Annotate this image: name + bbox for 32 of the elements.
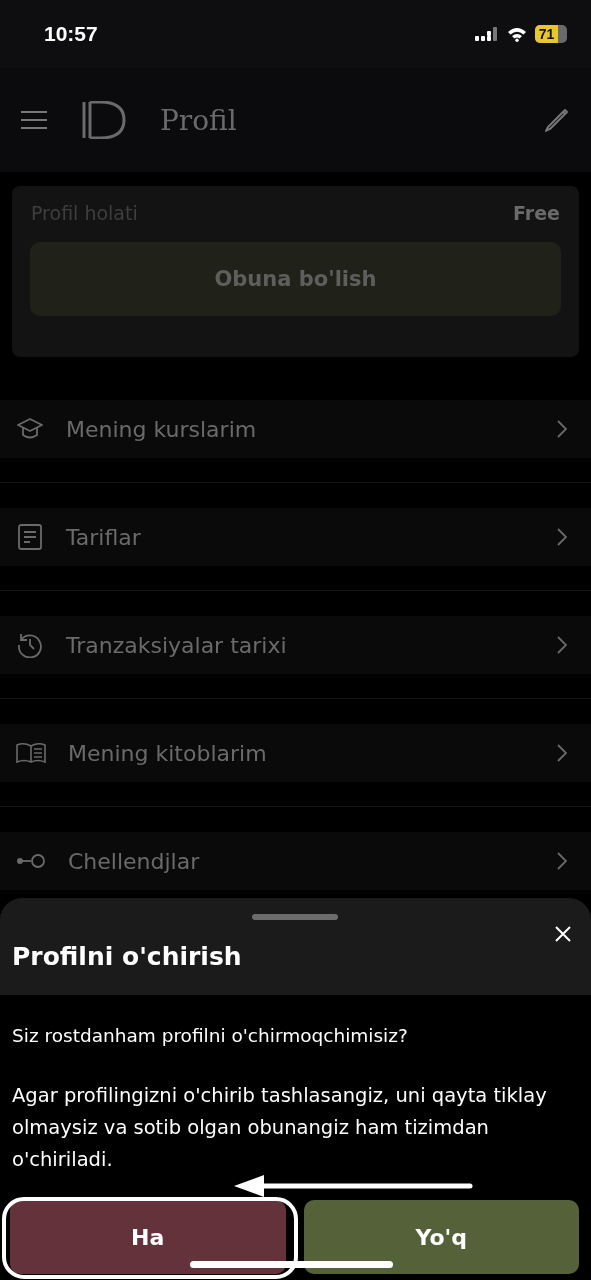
menu-item[interactable]: Chellendjlar xyxy=(0,832,591,890)
yes-button[interactable]: Ha xyxy=(10,1200,286,1274)
question-text: Siz rostdanham profilni o'chirmoqchimisiz? xyxy=(12,1025,409,1046)
close-icon[interactable] xyxy=(555,926,571,942)
document-icon xyxy=(16,524,44,550)
chevron-icon xyxy=(557,636,567,654)
page-title: Profil xyxy=(160,103,237,137)
logo-icon xyxy=(82,101,126,139)
signal-icon xyxy=(475,26,499,42)
drag-handle[interactable] xyxy=(252,914,338,920)
toggle-icon xyxy=(16,854,46,868)
status-time: 10:57 xyxy=(44,22,98,46)
menu-item[interactable]: Mening kitoblarim xyxy=(0,724,591,782)
warning-text: Agar profilingizni o'chirib tashlasangiz, uni qayta tiklay olmaysiz va sotib olgan obunangiz ham tizimdan o'chiriladi. xyxy=(12,1083,548,1173)
sheet-title: Profilni o'chirish xyxy=(12,942,242,971)
menu-item[interactable]: Mening kurslarim xyxy=(0,400,591,458)
chevron-icon xyxy=(557,852,567,870)
book-icon xyxy=(16,742,46,764)
chevron-icon xyxy=(557,420,567,438)
wifi-icon xyxy=(507,26,527,42)
battery-icon: 71 xyxy=(535,25,567,43)
chevron-icon xyxy=(557,528,567,546)
edit-icon[interactable] xyxy=(543,106,571,134)
history-icon xyxy=(16,632,44,658)
subscribe-button[interactable]: Obuna bo'lish xyxy=(30,242,561,316)
menu-item[interactable]: Tranzaksiyalar tarixi xyxy=(0,616,591,674)
no-button[interactable]: Yo'q xyxy=(303,1200,579,1274)
status-value: Free xyxy=(513,202,560,224)
menu-icon[interactable] xyxy=(20,110,48,130)
graduation-cap-icon xyxy=(16,417,44,441)
menu-item[interactable]: Tariflar xyxy=(0,508,591,566)
chevron-icon xyxy=(557,744,567,762)
